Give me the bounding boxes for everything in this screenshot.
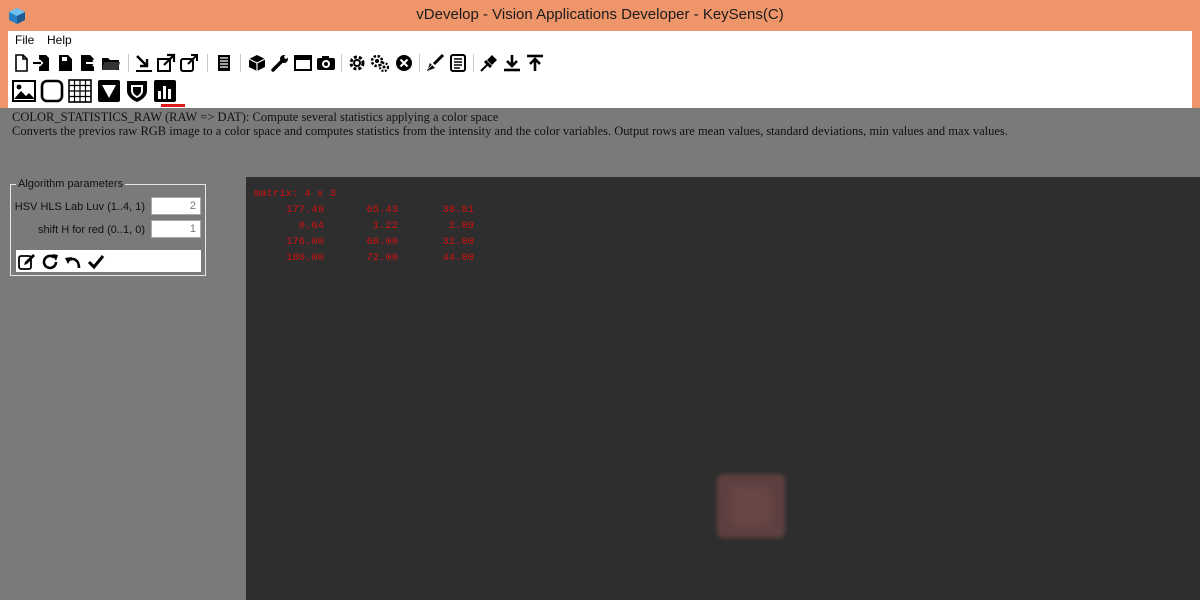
camera-icon[interactable] bbox=[316, 53, 336, 73]
matrix-cell: 72.00 bbox=[366, 252, 398, 264]
matrix-cell: 65.43 bbox=[366, 204, 398, 216]
matrix-cell: 38.81 bbox=[442, 204, 474, 216]
open-folder-icon[interactable] bbox=[101, 53, 121, 73]
wrench-icon[interactable] bbox=[270, 53, 290, 73]
window-title: vDevelop - Vision Applications Developer… bbox=[416, 6, 784, 23]
main-toolbar bbox=[0, 50, 1200, 76]
export-icon[interactable] bbox=[78, 53, 98, 73]
matrix-cell: 177.49 bbox=[286, 204, 324, 216]
save-icon[interactable] bbox=[55, 53, 75, 73]
output-viewer: matrix: 4 x 3 177.49 65.43 38.81 0.64 1.22 2.… bbox=[246, 177, 1200, 600]
param-row: HSV HLS Lab Luv (1..4, 1) 2 bbox=[11, 197, 201, 217]
matrix-cell: 0.64 bbox=[298, 220, 324, 232]
matrix-output: matrix: 4 x 3 177.49 65.43 38.81 0.64 1.22 2.… bbox=[254, 186, 474, 266]
brush-icon[interactable] bbox=[425, 53, 445, 73]
matrix-cell: 2.09 bbox=[448, 220, 474, 232]
matrix-header: matrix: 4 x 3 bbox=[254, 188, 336, 200]
share-icon[interactable] bbox=[156, 53, 176, 73]
funnel-icon[interactable] bbox=[97, 79, 121, 103]
refresh-icon[interactable] bbox=[41, 253, 59, 271]
mode-toolbar bbox=[0, 76, 1200, 108]
download-icon[interactable] bbox=[502, 53, 522, 73]
shift-h-input[interactable]: 1 bbox=[151, 220, 201, 238]
external-link-icon[interactable] bbox=[179, 53, 199, 73]
undo-icon[interactable] bbox=[64, 253, 82, 271]
matrix-cell: 32.00 bbox=[442, 236, 474, 248]
document-icon[interactable] bbox=[214, 53, 234, 73]
shield-icon[interactable] bbox=[125, 79, 149, 103]
gears-icon[interactable] bbox=[370, 53, 390, 73]
image-icon[interactable] bbox=[12, 79, 36, 103]
param-label: HSV HLS Lab Luv (1..4, 1) bbox=[14, 201, 145, 213]
parameters-legend: Algorithm parameters bbox=[16, 178, 126, 190]
gear-icon[interactable] bbox=[347, 53, 367, 73]
active-mode-indicator bbox=[161, 104, 185, 107]
window-icon[interactable] bbox=[293, 53, 313, 73]
menu-help[interactable]: Help bbox=[47, 33, 72, 47]
menu-file[interactable]: File bbox=[15, 33, 34, 47]
title-bar: vDevelop - Vision Applications Developer… bbox=[0, 0, 1200, 31]
param-row: shift H for red (0..1, 0) 1 bbox=[11, 220, 201, 240]
grid-icon[interactable] bbox=[68, 79, 92, 103]
check-icon[interactable] bbox=[87, 253, 105, 271]
upload-icon[interactable] bbox=[525, 53, 545, 73]
matrix-cell: 176.00 bbox=[286, 236, 324, 248]
color-space-input[interactable]: 2 bbox=[151, 197, 201, 215]
param-label: shift H for red (0..1, 0) bbox=[38, 224, 145, 236]
list-icon[interactable] bbox=[448, 53, 468, 73]
red-object-core bbox=[731, 486, 771, 526]
stop-icon[interactable] bbox=[394, 53, 414, 73]
bar-chart-icon[interactable] bbox=[153, 79, 177, 103]
cube-icon[interactable] bbox=[247, 53, 267, 73]
matrix-cell: 60.00 bbox=[366, 236, 398, 248]
parameters-actions bbox=[16, 250, 201, 272]
algorithm-title: COLOR_STATISTICS_RAW (RAW => DAT): Compu… bbox=[12, 110, 499, 124]
algorithm-description: COLOR_STATISTICS_RAW (RAW => DAT): Compu… bbox=[12, 110, 1008, 138]
matrix-cell: 44.00 bbox=[442, 252, 474, 264]
matrix-cell: 180.00 bbox=[286, 252, 324, 264]
pin-icon[interactable] bbox=[479, 53, 499, 73]
edit-icon[interactable] bbox=[18, 253, 36, 271]
shape-icon[interactable] bbox=[40, 79, 64, 103]
algorithm-detail: Converts the previos raw RGB image to a … bbox=[12, 123, 1008, 138]
import-icon[interactable] bbox=[32, 53, 52, 73]
matrix-cell: 1.22 bbox=[372, 220, 398, 232]
menu-bar: File Help bbox=[0, 31, 1200, 50]
algorithm-parameters-panel: Algorithm parameters HSV HLS Lab Luv (1.… bbox=[10, 178, 206, 276]
new-file-icon[interactable] bbox=[11, 53, 31, 73]
step-in-icon[interactable] bbox=[134, 53, 154, 73]
